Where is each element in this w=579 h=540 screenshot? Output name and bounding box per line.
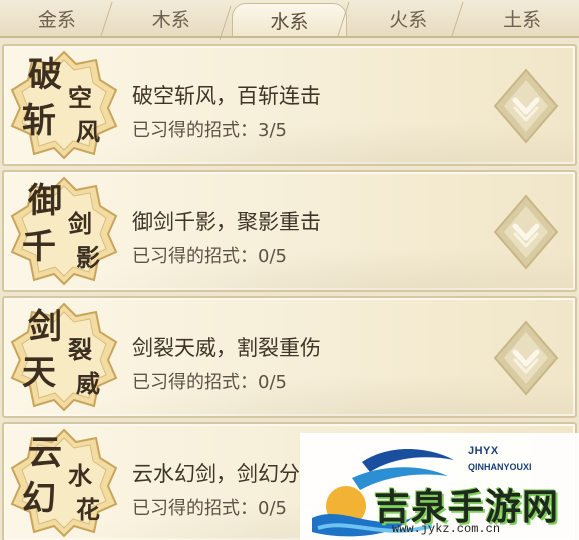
tab-metal[interactable]: 金系 <box>0 0 114 36</box>
tab-label: 土系 <box>503 8 542 31</box>
emblem-char: 风 <box>76 117 100 146</box>
skill-title: 云水幻剑，剑幻分 <box>132 462 300 486</box>
emblem-char: 剑 <box>28 307 62 347</box>
emblem-char: 水 <box>68 461 92 490</box>
emblem-char: 影 <box>76 243 100 272</box>
tab-fire[interactable]: 火系 <box>351 0 465 36</box>
emblem-char: 御 <box>28 181 62 221</box>
skill-title: 御剑千影，聚影重击 <box>132 210 321 234</box>
emblem-char: 天 <box>22 353 56 393</box>
skill-progress: 已习得的招式：0/5 <box>132 246 287 267</box>
skill-progress: 已习得的招式：0/5 <box>132 498 287 519</box>
skill-emblem: 御 千 剑 影 <box>10 176 118 286</box>
emblem-char: 裂 <box>68 335 92 364</box>
watermark-brand-sub: QINHANYOUXI <box>468 462 532 472</box>
element-tab-bar: 金系 木系 水系 火系 土系 <box>0 0 579 38</box>
emblem-char: 幻 <box>22 479 56 519</box>
emblem-char: 千 <box>22 227 56 267</box>
tab-label: 火系 <box>389 8 428 31</box>
skill-card[interactable]: 御 千 剑 影 御剑千影，聚影重击 已习得的招式：0/5 <box>2 170 577 292</box>
skill-emblem: 破 斩 空 风 <box>10 50 118 160</box>
tab-earth[interactable]: 土系 <box>465 0 579 36</box>
tab-wood[interactable]: 木系 <box>114 0 228 36</box>
skill-emblem: 剑 天 裂 威 <box>10 302 118 412</box>
skill-title: 剑裂天威，割裂重伤 <box>132 336 321 360</box>
skill-emblem: 云 幻 水 花 <box>10 428 118 538</box>
skill-card[interactable]: 破 斩 空 风 破空斩风，百斩连击 已习得的招式：3/5 <box>2 44 577 166</box>
tab-label: 水系 <box>270 10 309 33</box>
emblem-char: 空 <box>68 83 92 112</box>
tab-label: 木系 <box>151 8 190 31</box>
skill-progress: 已习得的招式：0/5 <box>132 372 287 393</box>
skill-progress: 已习得的招式：3/5 <box>132 120 287 141</box>
emblem-char: 花 <box>76 495 100 524</box>
watermark-url: www.jykz.com.cn <box>392 522 501 536</box>
chevron-down-icon[interactable] <box>491 192 561 272</box>
tab-label: 金系 <box>37 8 76 31</box>
chevron-down-icon[interactable] <box>491 318 561 398</box>
emblem-char: 剑 <box>68 209 92 238</box>
watermark-brand: JHYX <box>468 445 499 457</box>
chevron-down-icon[interactable] <box>491 66 561 146</box>
emblem-char: 云 <box>28 433 62 473</box>
skill-title: 破空斩风，百斩连击 <box>132 84 321 108</box>
skill-card[interactable]: 剑 天 裂 威 剑裂天威，割裂重伤 已习得的招式：0/5 <box>2 296 577 418</box>
emblem-char: 斩 <box>22 101 56 141</box>
tab-water[interactable]: 水系 <box>231 3 348 36</box>
emblem-char: 破 <box>28 55 62 95</box>
emblem-char: 威 <box>76 369 100 398</box>
